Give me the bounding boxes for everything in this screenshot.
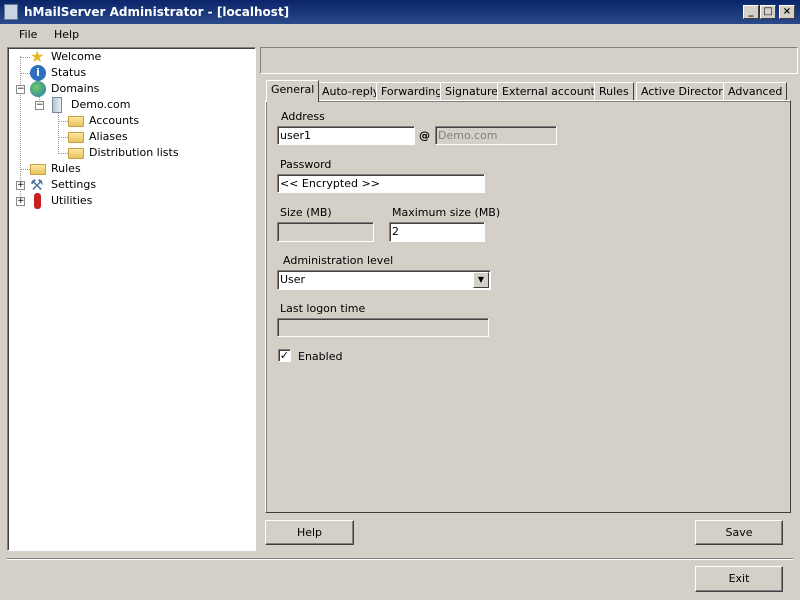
- menu-file[interactable]: File: [19, 28, 37, 41]
- folder-icon: [68, 116, 84, 127]
- expand-settings-toggle[interactable]: +: [16, 181, 25, 190]
- save-button[interactable]: Save: [695, 520, 783, 545]
- tree-item-accounts[interactable]: Accounts: [68, 113, 139, 129]
- tree-item-domains[interactable]: Domains: [30, 81, 99, 97]
- collapse-demo-toggle[interactable]: −: [35, 101, 44, 110]
- admin-level-value: User: [280, 273, 306, 286]
- size-field: [277, 222, 374, 242]
- address-label: Address: [281, 110, 325, 123]
- menu-help[interactable]: Help: [54, 28, 79, 41]
- minimize-button[interactable]: _: [743, 5, 759, 19]
- navigation-tree[interactable]: − − + + ★ Welcome i Status Domains Demo.…: [7, 47, 256, 551]
- menu-bar: [0, 24, 800, 45]
- tab-rules[interactable]: Rules: [594, 82, 634, 101]
- tab-forwarding[interactable]: Forwarding: [376, 82, 448, 101]
- domain-field: Demo.com: [435, 126, 557, 145]
- folder-icon: [68, 132, 84, 143]
- size-label: Size (MB): [280, 206, 332, 219]
- at-sign-label: @: [419, 129, 430, 142]
- title-bar: hMailServer Administrator - [localhost]: [0, 0, 800, 24]
- expand-utilities-toggle[interactable]: +: [16, 197, 25, 206]
- star-icon: ★: [30, 47, 45, 66]
- enabled-checkbox[interactable]: ✓: [278, 349, 291, 362]
- tab-active-directory[interactable]: Active Directory: [636, 82, 735, 101]
- tab-auto-reply[interactable]: Auto-reply: [317, 82, 385, 101]
- server-icon: [52, 97, 62, 113]
- tab-external-accounts[interactable]: External accounts: [497, 82, 606, 101]
- app-icon: [4, 4, 18, 20]
- exit-button[interactable]: Exit: [695, 566, 783, 592]
- last-logon-label: Last logon time: [280, 302, 366, 315]
- tree-item-aliases[interactable]: Aliases: [68, 129, 128, 145]
- tree-item-settings[interactable]: ⚒ Settings: [30, 177, 96, 193]
- password-input[interactable]: << Encrypted >>: [277, 174, 485, 193]
- password-label: Password: [280, 158, 332, 171]
- folder-icon: [68, 148, 84, 159]
- window-title: hMailServer Administrator - [localhost]: [24, 5, 290, 19]
- header-panel: [260, 47, 798, 74]
- tools-icon: ⚒: [30, 176, 44, 194]
- tree-item-distribution-lists[interactable]: Distribution lists: [68, 145, 179, 161]
- info-icon: i: [30, 65, 46, 81]
- tree-item-utilities[interactable]: Utilities: [30, 193, 92, 209]
- knife-icon: [34, 193, 41, 209]
- max-size-input[interactable]: 2: [389, 222, 485, 242]
- tab-general[interactable]: General: [266, 80, 320, 102]
- admin-level-label: Administration level: [283, 254, 394, 267]
- admin-level-select[interactable]: User ▼: [277, 270, 491, 290]
- close-button[interactable]: ×: [779, 5, 795, 19]
- separator: [7, 558, 793, 560]
- tree-item-status[interactable]: i Status: [30, 65, 86, 81]
- collapse-domains-toggle[interactable]: −: [16, 85, 25, 94]
- tab-advanced[interactable]: Advanced: [723, 82, 788, 101]
- enabled-label: Enabled: [298, 350, 343, 363]
- max-size-label: Maximum size (MB): [392, 206, 501, 219]
- folder-icon: [30, 164, 46, 175]
- last-logon-field: [277, 318, 489, 337]
- tab-signature[interactable]: Signature: [440, 82, 504, 101]
- tree-item-demo-com[interactable]: Demo.com: [49, 97, 130, 113]
- help-button[interactable]: Help: [265, 520, 354, 545]
- globe-icon: [30, 81, 46, 97]
- maximize-button[interactable]: □: [760, 5, 776, 19]
- tree-item-rules[interactable]: Rules: [30, 161, 81, 177]
- tree-item-welcome[interactable]: ★ Welcome: [30, 49, 101, 65]
- address-input[interactable]: user1: [277, 126, 415, 145]
- chevron-down-icon[interactable]: ▼: [473, 272, 489, 288]
